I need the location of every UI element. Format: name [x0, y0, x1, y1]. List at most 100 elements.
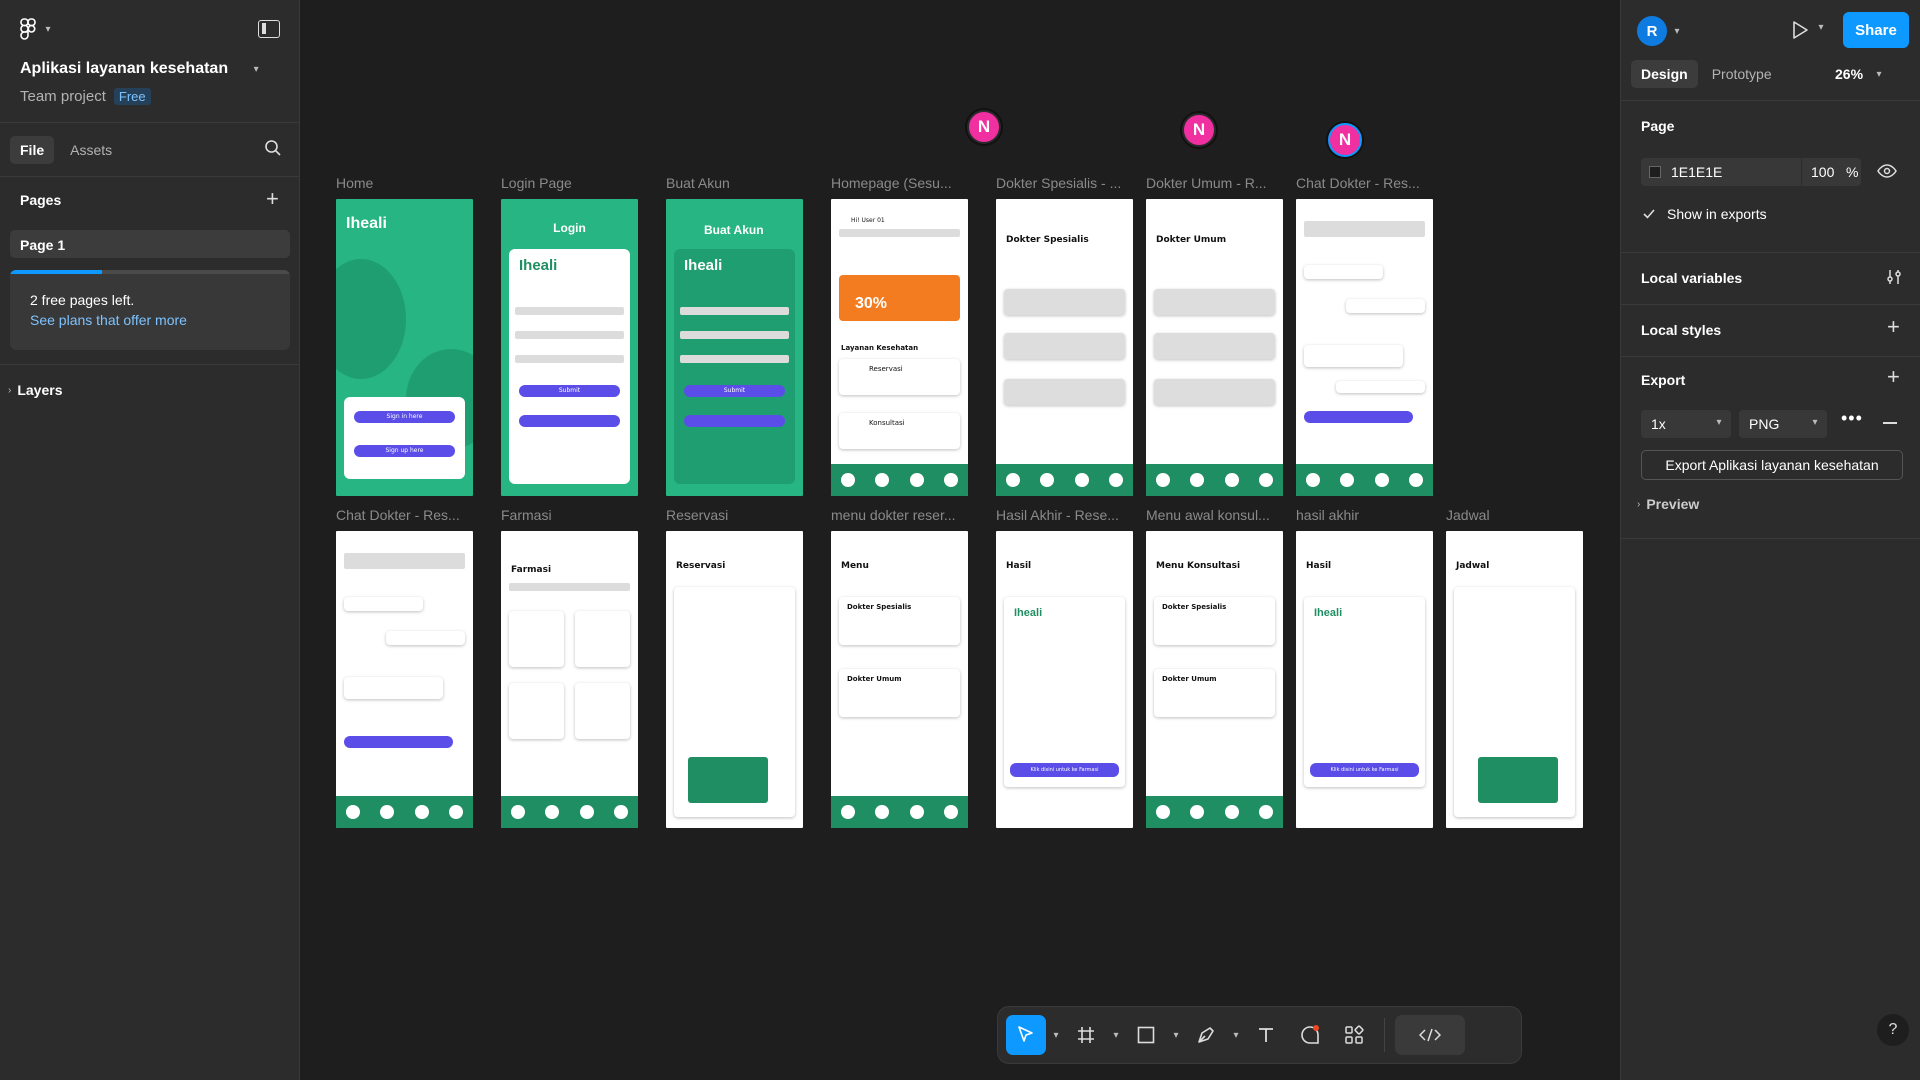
chevron-down-icon[interactable]: ▾: [250, 64, 262, 75]
chevron-down-icon[interactable]: ▾: [1230, 1030, 1242, 1041]
add-style-icon[interactable]: +: [1887, 314, 1900, 340]
tab-file[interactable]: File: [10, 136, 55, 164]
see-plans-link[interactable]: See plans that offer more: [30, 312, 187, 328]
play-icon[interactable]: [1791, 20, 1809, 40]
export-scale-value: 1x: [1651, 416, 1666, 432]
card-title: Dokter Spesialis: [1162, 603, 1227, 611]
local-styles-heading[interactable]: Local styles: [1641, 322, 1721, 338]
collaborator-cursor: N: [967, 110, 1001, 144]
export-button[interactable]: Export Aplikasi layanan kesehatan: [1641, 450, 1903, 480]
layers-section[interactable]: › Layers: [8, 382, 63, 398]
shape-tool[interactable]: [1126, 1015, 1166, 1055]
frame-label[interactable]: Dokter Spesialis - ...: [996, 175, 1133, 191]
frame-chat-dokter[interactable]: [1296, 199, 1433, 496]
remove-export-icon[interactable]: [1883, 422, 1897, 424]
frame-reservasi[interactable]: Reservasi: [666, 531, 803, 828]
frame-jadwal[interactable]: Jadwal: [1446, 531, 1583, 828]
checkmark-icon: [1643, 209, 1655, 219]
cursor-arrow-icon: [1018, 1026, 1033, 1042]
frame-label[interactable]: Farmasi: [501, 507, 638, 523]
tab-prototype[interactable]: Prototype: [1704, 60, 1780, 88]
canvas[interactable]: N N N Home Login Page Buat Akun Homepage…: [300, 0, 1620, 1080]
account-menu[interactable]: R ▾: [1637, 16, 1683, 46]
chevron-down-icon[interactable]: ▾: [1815, 22, 1827, 33]
frame-label[interactable]: Chat Dokter - Res...: [336, 507, 473, 523]
chevron-down-icon[interactable]: ▾: [1110, 1030, 1122, 1041]
frame-buat-akun[interactable]: Buat Akun Iheali Submit: [666, 199, 803, 496]
show-in-exports-checkbox[interactable]: Show in exports: [1641, 206, 1767, 222]
frame-label[interactable]: hasil akhir: [1296, 507, 1433, 523]
page-background-field[interactable]: 1E1E1E 100 %: [1641, 158, 1861, 186]
rectangle-icon: [1137, 1026, 1155, 1044]
local-variables-heading[interactable]: Local variables: [1641, 270, 1742, 286]
frame-hasil-akhir-2[interactable]: Hasil Iheali Klik disini untuk ke Farmas…: [1296, 531, 1433, 828]
frame-home[interactable]: Iheali Sign in here Sign up here: [336, 199, 473, 496]
actions-tool[interactable]: [1334, 1015, 1374, 1055]
frame-label[interactable]: Hasil Akhir - Rese...: [996, 507, 1133, 523]
code-icon: [1419, 1028, 1441, 1042]
pen-tool[interactable]: [1186, 1015, 1226, 1055]
text-tool[interactable]: [1246, 1015, 1286, 1055]
frame-tool[interactable]: [1066, 1015, 1106, 1055]
frame-label[interactable]: Homepage (Sesu...: [831, 175, 968, 191]
frame-menu-konsultasi[interactable]: Menu Konsultasi Dokter Spesialis Dokter …: [1146, 531, 1283, 828]
export-scale-select[interactable]: 1x ▾: [1641, 410, 1731, 438]
card-title: Dokter Spesialis: [847, 603, 912, 611]
more-options-icon[interactable]: •••: [1841, 408, 1863, 429]
frame-dokter-umum[interactable]: Dokter Umum: [1146, 199, 1283, 496]
frame-farmasi[interactable]: Farmasi: [501, 531, 638, 828]
team-name[interactable]: Team project: [20, 88, 106, 105]
frame-label[interactable]: Menu awal konsul...: [1146, 507, 1283, 523]
screen-title: Jadwal: [1456, 561, 1490, 571]
frame-label[interactable]: Home: [336, 175, 473, 191]
help-button[interactable]: ?: [1877, 1014, 1909, 1046]
variables-settings-icon[interactable]: [1885, 268, 1903, 286]
dev-mode-toggle[interactable]: [1395, 1015, 1465, 1055]
frame-login[interactable]: Login Iheali Submit: [501, 199, 638, 496]
service-label: Konsultasi: [869, 419, 905, 427]
share-button[interactable]: Share: [1843, 12, 1909, 48]
brand-text: Iheali: [346, 215, 387, 232]
frame-dokter-spesialis[interactable]: Dokter Spesialis: [996, 199, 1133, 496]
search-icon[interactable]: [264, 139, 282, 157]
frame-label[interactable]: Dokter Umum - R...: [1146, 175, 1283, 191]
add-export-icon[interactable]: +: [1887, 364, 1900, 390]
main-menu-button[interactable]: ▾: [20, 18, 54, 40]
components-icon: [1345, 1025, 1364, 1044]
share-label: Share: [1855, 21, 1897, 39]
divider: [1621, 252, 1920, 253]
frame-label[interactable]: menu dokter reser...: [831, 507, 968, 523]
zoom-control[interactable]: 26% ▾: [1835, 66, 1885, 82]
cursor-letter: N: [1338, 130, 1352, 149]
frame-hasil-akhir[interactable]: Hasil Iheali Klik disini untuk ke Farmas…: [996, 531, 1133, 828]
section-title: Layanan Kesehatan: [841, 344, 919, 352]
frame-label[interactable]: Buat Akun: [666, 175, 803, 191]
sidebar-toggle-icon[interactable]: [258, 20, 280, 38]
pages-heading: Pages: [20, 192, 62, 208]
frame-label[interactable]: Chat Dokter - Res...: [1296, 175, 1433, 191]
frame-label[interactable]: Reservasi: [666, 507, 803, 523]
bg-opacity-value[interactable]: 100: [1811, 164, 1834, 180]
export-format-select[interactable]: PNG ▾: [1739, 410, 1827, 438]
frame-chat-dokter-2[interactable]: [336, 531, 473, 828]
page-heading: Page: [1641, 118, 1675, 134]
add-page-icon[interactable]: +: [266, 186, 279, 212]
frame-label[interactable]: Jadwal: [1446, 507, 1583, 523]
page-item[interactable]: Page 1: [10, 230, 290, 258]
tab-design[interactable]: Design: [1631, 60, 1698, 88]
chevron-down-icon[interactable]: ▾: [1170, 1030, 1182, 1041]
comment-tool[interactable]: [1290, 1015, 1330, 1055]
chevron-down-icon[interactable]: ▾: [1050, 1030, 1062, 1041]
file-title[interactable]: Aplikasi layanan kesehatan: [20, 60, 228, 78]
preview-section[interactable]: › Preview: [1637, 496, 1699, 512]
export-format-value: PNG: [1749, 416, 1780, 432]
tab-assets[interactable]: Assets: [62, 136, 120, 164]
cursor-letter: N: [1192, 120, 1206, 139]
frame-label[interactable]: Login Page: [501, 175, 638, 191]
frame-menu-dokter[interactable]: Menu Dokter Spesialis Dokter Umum: [831, 531, 968, 828]
brand-text: Iheali: [519, 257, 558, 274]
eye-icon[interactable]: [1877, 163, 1897, 179]
page-item-label: Page 1: [20, 237, 66, 253]
frame-homepage[interactable]: Hi! User 01 30% Layanan Kesehatan Reserv…: [831, 199, 968, 496]
move-tool[interactable]: [1006, 1015, 1046, 1055]
